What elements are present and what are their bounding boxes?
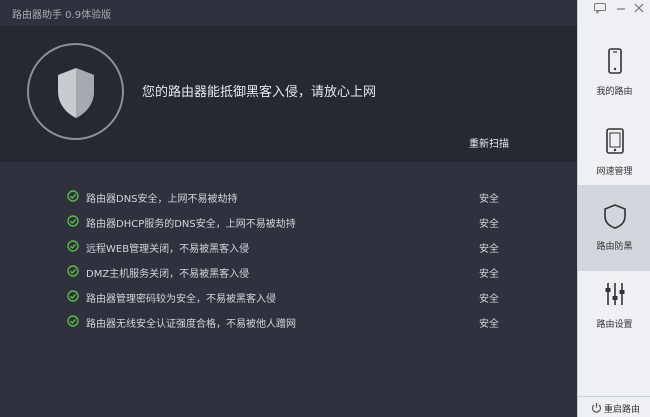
check-circle-icon — [67, 315, 79, 327]
check-status: 安全 — [479, 319, 499, 330]
check-status: 安全 — [479, 294, 499, 305]
sidebar: 我的路由 网速管理 路由防黑 路由设置 重启路由 — [577, 0, 650, 417]
check-text: 路由器DHCP服务的DNS安全，上网不易被劫持 — [86, 219, 296, 230]
sidebar-item-label: 路由设置 — [596, 320, 633, 330]
sliders-icon — [605, 283, 625, 305]
check-circle-icon — [67, 290, 79, 302]
sidebar-item-speed-management[interactable]: 网速管理 — [578, 110, 650, 196]
reboot-button[interactable]: 重启路由 — [578, 396, 650, 417]
sidebar-item-label: 网速管理 — [596, 167, 633, 177]
sidebar-item-label: 我的路由 — [596, 87, 633, 97]
check-text: 路由器无线安全认证强度合格，不易被他人蹭网 — [86, 319, 296, 330]
feedback-icon[interactable] — [593, 2, 607, 14]
check-status: 安全 — [479, 269, 499, 280]
check-row: 路由器DHCP服务的DNS安全，上网不易被劫持 安全 — [0, 213, 577, 231]
phone-icon — [608, 48, 622, 74]
sidebar-item-anti-hack[interactable]: 路由防黑 — [578, 185, 650, 271]
power-icon — [591, 403, 602, 413]
check-text: 路由器DNS安全，上网不易被劫持 — [86, 194, 238, 205]
rescan-button[interactable]: 重新扫描 — [469, 135, 509, 150]
check-row: 远程WEB管理关闭，不易被黑客入侵 安全 — [0, 238, 577, 256]
main-panel: 路由器助手 0.9体验版 您的路由器能抵御黑客入侵，请放心上网 重新扫描 路由器… — [0, 0, 577, 417]
shield-icon — [604, 204, 626, 229]
check-circle-icon — [67, 240, 79, 252]
check-text: 远程WEB管理关闭，不易被黑客入侵 — [86, 244, 250, 255]
check-status: 安全 — [479, 194, 499, 205]
shield-large-icon — [58, 68, 94, 118]
check-row: DMZ主机服务关闭，不易被黑客入侵 安全 — [0, 263, 577, 281]
reboot-label: 重启路由 — [604, 405, 641, 415]
status-shield-ring — [27, 43, 124, 140]
title-bar[interactable]: 路由器助手 0.9体验版 — [0, 0, 577, 26]
status-header: 您的路由器能抵御黑客入侵，请放心上网 重新扫描 — [0, 26, 577, 162]
check-text: DMZ主机服务关闭，不易被黑客入侵 — [86, 269, 250, 280]
check-circle-icon — [67, 190, 79, 202]
sidebar-item-label: 路由防黑 — [596, 242, 633, 252]
minimize-icon[interactable] — [614, 2, 628, 14]
app-title: 路由器助手 0.9体验版 — [12, 10, 112, 21]
tablet-icon — [606, 128, 624, 154]
check-status: 安全 — [479, 219, 499, 230]
sidebar-item-router-settings[interactable]: 路由设置 — [578, 263, 650, 349]
check-status: 安全 — [479, 244, 499, 255]
check-circle-icon — [67, 215, 79, 227]
status-message: 您的路由器能抵御黑客入侵，请放心上网 — [142, 85, 377, 100]
window-controls — [578, 0, 650, 18]
sidebar-item-my-router[interactable]: 我的路由 — [578, 30, 650, 116]
check-row: 路由器管理密码较为安全，不易被黑客入侵 安全 — [0, 288, 577, 306]
check-text: 路由器管理密码较为安全，不易被黑客入侵 — [86, 294, 276, 305]
check-circle-icon — [67, 265, 79, 277]
check-row: 路由器DNS安全，上网不易被劫持 安全 — [0, 188, 577, 206]
close-icon[interactable] — [632, 2, 646, 14]
check-row: 路由器无线安全认证强度合格，不易被他人蹭网 安全 — [0, 313, 577, 331]
